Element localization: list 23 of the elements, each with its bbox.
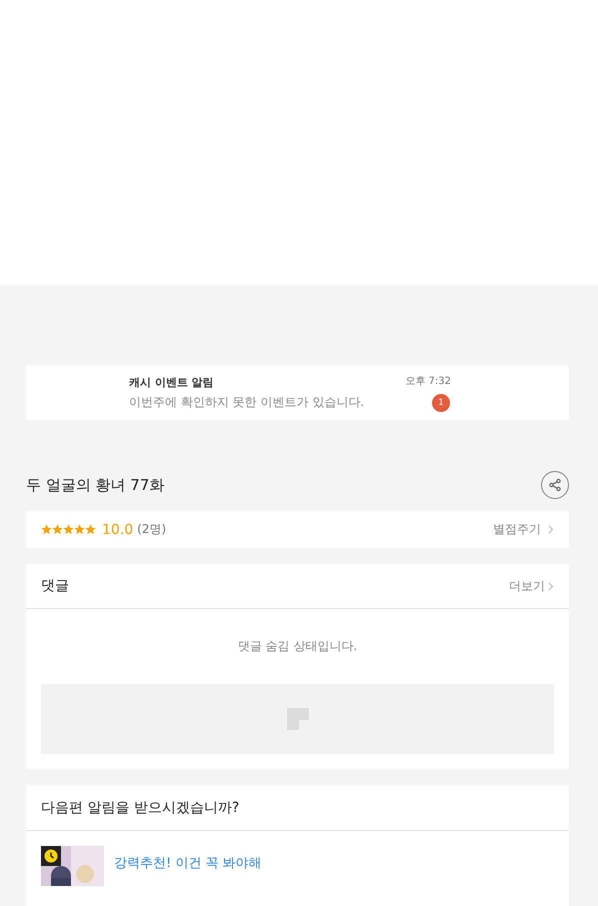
comments-title: 댓글 [41, 577, 69, 595]
star-icon [85, 524, 96, 536]
rating-count: (2명) [137, 521, 166, 538]
share-icon [548, 478, 562, 492]
episode-title: 두 얼굴의 황녀 77화 [26, 476, 164, 495]
chevron-icon [548, 525, 554, 534]
notification-title: 캐시 이벤트 알림 [129, 374, 215, 390]
hidden-comments-message: 댓글 숨김 상태입니다. [238, 638, 358, 655]
notification-time: 오후 7:32 [405, 374, 451, 388]
clock-icon [41, 846, 61, 866]
star-icon [74, 524, 85, 536]
star-icon [52, 524, 63, 536]
star-icon [63, 524, 74, 536]
rating-score: 10.0 [102, 522, 134, 538]
count-badge: 1 [432, 394, 450, 412]
recommendation-title[interactable]: 강력추천! 이건 꼭 봐야해 [114, 854, 262, 906]
more-link[interactable]: 더보기 [509, 578, 545, 594]
notification-message: 이번주에 확인하지 못한 이벤트가 있습니다. [129, 394, 364, 411]
share-button[interactable] [541, 471, 569, 500]
rate-link[interactable]: 별점주기 [493, 521, 541, 538]
star-icon [41, 524, 52, 536]
next-episode-question: 다음편 알림을 받으시겠습니까? [41, 798, 240, 816]
chevron-icon [548, 582, 554, 590]
